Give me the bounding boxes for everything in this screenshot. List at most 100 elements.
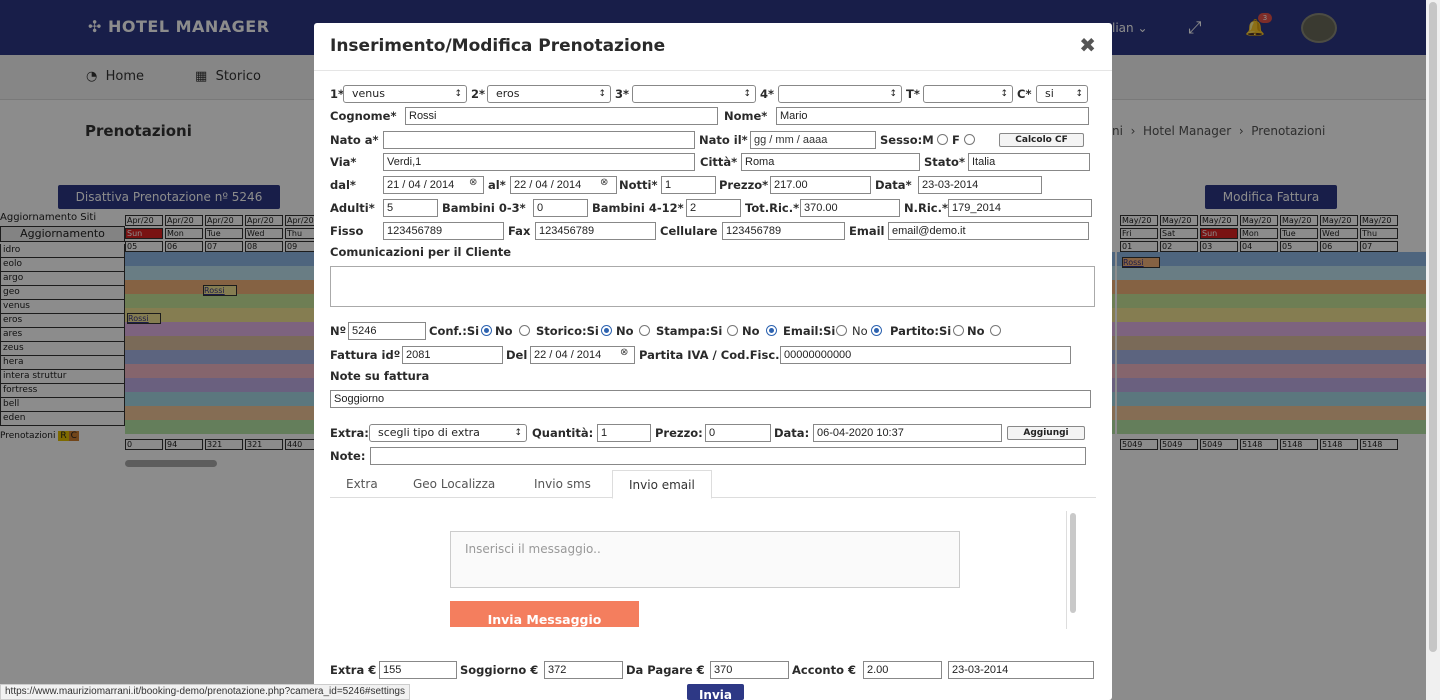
children03-input[interactable]: 0 [533,199,588,217]
page-scrollbar-thumb[interactable] [1429,2,1437,652]
note-label: Note: [330,449,366,463]
city-label: Città* [700,155,738,169]
city-input[interactable]: Roma [741,153,920,171]
phone-input[interactable]: 123456789 [383,222,504,240]
booking-modal: Inserimento/Modifica Prenotazione ✖ 1* v… [314,23,1112,700]
tab-content-scrollbar-thumb[interactable] [1070,513,1076,613]
mobile-label: Cellulare [660,224,718,238]
print-yes-radio[interactable] [727,325,738,336]
children412-label: Bambini 4-12* [592,201,684,215]
sex-m-radio[interactable] [937,134,948,145]
tab-content-scrollbar[interactable] [1066,511,1078,629]
name-input[interactable]: Mario [776,107,1089,125]
nights-label: Notti* [619,178,658,192]
deposit-date-input[interactable]: 23-03-2014 [948,661,1094,679]
email-input[interactable]: email@demo.it [888,222,1089,240]
send-message-button[interactable]: Invia Messaggio [450,601,639,627]
calc-cf-button[interactable]: Calcolo CF [999,133,1084,147]
email-label: Email [849,224,885,238]
close-icon[interactable]: ✖ [1079,33,1096,57]
vat-input[interactable]: 00000000000 [780,346,1071,364]
clear-from-icon[interactable]: ⊗ [469,177,477,188]
phone-label: Fisso [330,224,364,238]
quantity-input[interactable]: 1 [597,424,651,442]
modal-header: Inserimento/Modifica Prenotazione ✖ [314,23,1112,71]
stay-total-label: Soggiorno € [460,663,539,677]
sex-label: Sesso:M [880,133,934,147]
sex-f-radio[interactable] [964,134,975,145]
n-ric-label: N.Ric.* [904,201,948,215]
confirm-select[interactable]: si [1036,85,1088,103]
price-input[interactable]: 217.00 [770,176,871,194]
date-input[interactable]: 23-03-2014 [918,176,1042,194]
to-pay-input[interactable]: 370 [710,661,789,679]
extra-total-input[interactable]: 155 [379,661,457,679]
client-comms-label: Comunicazioni per il Cliente [330,245,512,259]
conf-yes-radio[interactable] [481,325,492,336]
extra-date-input[interactable]: 06-04-2020 10:37 [813,424,1002,442]
tab-geo[interactable]: Geo Localizza [397,470,511,499]
country-label: Stato* [924,155,965,169]
type-label: T* [906,87,920,101]
vat-label: Partita IVA / Cod.Fisc. [639,348,780,362]
children412-input[interactable]: 2 [686,199,741,217]
note-input[interactable] [370,447,1086,465]
room4-select[interactable] [778,85,902,103]
modal-title: Inserimento/Modifica Prenotazione [330,36,666,56]
deposit-input[interactable]: 2.00 [863,661,942,679]
departed-yes-radio[interactable] [953,325,964,336]
booking-number-label: Nº [330,324,347,338]
nights-input[interactable]: 1 [661,176,716,194]
booking-number-input[interactable]: 5246 [348,322,426,340]
history-no-radio[interactable] [639,325,650,336]
submit-button[interactable]: Invia [687,684,744,700]
tab-sms[interactable]: Invio sms [518,470,607,499]
price-label: Prezzo* [719,178,769,192]
room2-select[interactable]: eros [487,85,611,103]
street-input[interactable]: Verdi,1 [383,153,695,171]
invoice-id-input[interactable]: 2081 [402,346,503,364]
print-label: Stampa:Si [656,324,723,338]
country-input[interactable]: Italia [968,153,1090,171]
email-no-radio[interactable] [871,325,882,336]
adults-input[interactable]: 5 [383,199,438,217]
extra-price-label: Prezzo: [655,426,703,440]
print-no-radio[interactable] [766,325,777,336]
history-no-label: No [616,324,634,338]
fax-input[interactable]: 123456789 [535,222,656,240]
birthdate-label: Nato il* [699,133,748,147]
to-pay-label: Da Pagare € [626,663,705,677]
message-textarea[interactable]: Inserisci il messaggio.. [450,531,960,588]
stay-total-input[interactable]: 372 [544,661,623,679]
room4-label: 4* [760,87,775,101]
n-ric-input[interactable]: 179_2014 [948,199,1092,217]
departed-no-label: No [967,324,985,338]
date-label: Data* [875,178,912,192]
room2-label: 2* [471,87,486,101]
tab-email[interactable]: Invio email [612,470,712,499]
invoice-notes-input[interactable]: Soggiorno [330,390,1091,408]
type-select[interactable] [923,85,1013,103]
mobile-input[interactable]: 123456789 [722,222,845,240]
add-extra-button[interactable]: Aggiungi [1007,426,1085,440]
clear-invoice-date-icon[interactable]: ⊗ [620,347,628,358]
client-comms-textarea[interactable] [330,266,1095,307]
tot-ric-label: Tot.Ric.* [745,201,800,215]
tab-extra[interactable]: Extra [330,470,394,499]
room3-select[interactable] [632,85,756,103]
birthplace-input[interactable] [383,131,695,149]
history-yes-radio[interactable] [601,325,612,336]
clear-to-icon[interactable]: ⊗ [600,177,608,188]
tot-ric-input[interactable]: 370.00 [800,199,900,217]
invoice-id-label: Fattura idº [330,348,401,362]
departed-no-radio[interactable] [990,325,1001,336]
conf-no-radio[interactable] [519,325,530,336]
birthdate-input[interactable]: gg / mm / aaaa [750,131,876,149]
extra-type-select[interactable]: scegli tipo di extra [369,424,527,442]
surname-input[interactable]: Rossi [405,107,718,125]
page-scrollbar[interactable] [1426,0,1440,700]
room3-label: 3* [615,87,630,101]
email-yes-radio[interactable] [836,325,847,336]
extra-price-input[interactable]: 0 [705,424,771,442]
room1-select[interactable]: venus [343,85,467,103]
